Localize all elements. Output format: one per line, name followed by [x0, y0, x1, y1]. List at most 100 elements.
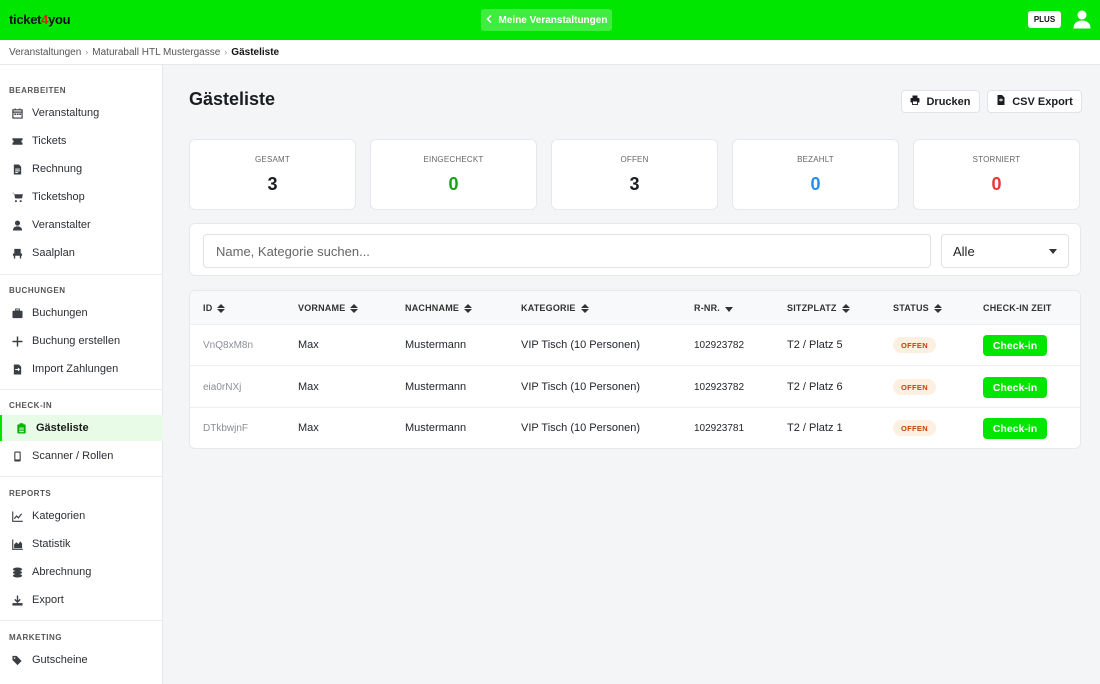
- cell-kategorie: VIP Tisch (10 Personen): [521, 339, 641, 351]
- printer-icon: [910, 95, 920, 108]
- sidebar-item-gutscheine[interactable]: Gutscheine: [0, 647, 163, 673]
- chevron-left-icon: [485, 14, 493, 26]
- status-badge: OFFEN: [893, 420, 936, 436]
- sidebar-section-title: CHECK-IN: [9, 401, 53, 410]
- file-import-icon: [11, 363, 23, 375]
- breadcrumb-events[interactable]: Veranstaltungen: [9, 47, 81, 58]
- user-account-icon[interactable]: [1073, 10, 1091, 29]
- check-in-button[interactable]: Check-in: [983, 335, 1047, 356]
- cell-rnr: 102923781: [694, 423, 745, 434]
- cell-nachname: Mustermann: [405, 381, 467, 393]
- logo-suffix: you: [48, 12, 71, 27]
- plan-badge[interactable]: PLUS: [1028, 11, 1061, 28]
- sort-icon: [350, 303, 359, 313]
- sidebar-item-label: Saalplan: [32, 247, 75, 259]
- sidebar-item-label: Veranstalter: [32, 219, 91, 231]
- column-header-vorname[interactable]: VORNAME: [298, 303, 359, 313]
- breadcrumb-event[interactable]: Maturaball HTL Mustergasse: [92, 47, 220, 58]
- stat-value: 3: [629, 174, 640, 194]
- sidebar-item-statistik[interactable]: Statistik: [0, 531, 163, 557]
- sort-icon: [580, 303, 589, 313]
- stat-label: STORNIERT: [972, 155, 1021, 164]
- stat-card-gesamt: GESAMT 3: [189, 139, 356, 210]
- table-row: VnQ8xM8n Max Mustermann VIP Tisch (10 Pe…: [190, 325, 1080, 366]
- sidebar-item-export[interactable]: Export: [0, 587, 163, 613]
- sidebar-section-title: BUCHUNGEN: [9, 286, 66, 295]
- print-button[interactable]: Drucken: [901, 90, 980, 113]
- cell-nachname: Mustermann: [405, 422, 467, 434]
- column-header-status[interactable]: STATUS: [893, 303, 942, 313]
- sidebar-item-label: Buchung erstellen: [32, 335, 121, 347]
- sidebar-item-label: Kategorien: [32, 510, 86, 522]
- csv-export-button[interactable]: CSV Export: [987, 90, 1082, 113]
- sidebar-section-title: MARKETING: [9, 633, 62, 642]
- line-chart-icon: [11, 510, 23, 522]
- sidebar-item-gaesteliste[interactable]: Gästeliste: [0, 415, 163, 441]
- status-filter-select[interactable]: Alle: [941, 234, 1069, 268]
- sidebar-item-label: Gutscheine: [32, 654, 88, 666]
- top-bar: ticket4you Meine Veranstaltungen PLUS: [0, 0, 1100, 40]
- app-logo[interactable]: ticket4you: [9, 12, 71, 27]
- cell-vorname: Max: [298, 381, 319, 393]
- stat-label: GESAMT: [255, 155, 290, 164]
- search-input[interactable]: [203, 234, 931, 268]
- sidebar-item-buchung-erstellen[interactable]: Buchung erstellen: [0, 328, 163, 354]
- sidebar-item-tickets[interactable]: Tickets: [0, 128, 163, 154]
- stat-value: 0: [448, 174, 459, 194]
- column-header-sitzplatz[interactable]: SITZPLATZ: [787, 303, 850, 313]
- area-chart-icon: [11, 538, 23, 550]
- sidebar-item-label: Veranstaltung: [32, 107, 100, 119]
- column-header-rnr[interactable]: R-NR.: [694, 303, 733, 313]
- sidebar-divider: [0, 274, 163, 275]
- sidebar-item-veranstalter[interactable]: Veranstalter: [0, 212, 163, 238]
- sidebar-item-rechnung[interactable]: Rechnung: [0, 156, 163, 182]
- cell-sitzplatz: T2 / Platz 5: [787, 339, 843, 351]
- cell-sitzplatz: T2 / Platz 6: [787, 381, 843, 393]
- sidebar-item-label: Abrechnung: [32, 566, 92, 578]
- stat-card-eingecheckt: EINGECHECKT 0: [370, 139, 537, 210]
- column-label: ID: [203, 303, 213, 313]
- table-header: ID VORNAME NACHNAME KATEGORIE R-NR. SITZ…: [190, 291, 1080, 325]
- stat-label: OFFEN: [620, 155, 649, 164]
- download-icon: [11, 594, 23, 606]
- stat-card-bezahlt: BEZAHLT 0: [732, 139, 899, 210]
- sort-icon: [933, 303, 942, 313]
- sidebar-item-abrechnung[interactable]: Abrechnung: [0, 559, 163, 585]
- my-events-button[interactable]: Meine Veranstaltungen: [481, 9, 612, 31]
- cell-id: eia0rNXj: [203, 382, 242, 393]
- column-header-checkin-zeit: CHECK-IN ZEIT: [983, 303, 1052, 313]
- sort-desc-icon: [725, 306, 733, 312]
- page-title: Gästeliste: [189, 89, 276, 109]
- column-header-kategorie[interactable]: KATEGORIE: [521, 303, 589, 313]
- clipboard-list-icon: [15, 422, 27, 434]
- my-events-label: Meine Veranstaltungen: [498, 14, 608, 26]
- sidebar-item-scanner-rollen[interactable]: Scanner / Rollen: [0, 443, 163, 469]
- sidebar-item-ticketshop[interactable]: Ticketshop: [0, 184, 163, 210]
- sidebar-item-veranstaltung[interactable]: Veranstaltung: [0, 100, 163, 126]
- filter-bar: Alle: [189, 223, 1081, 276]
- logo-prefix: ticket: [9, 12, 42, 27]
- briefcase-icon: [11, 307, 23, 319]
- sidebar-item-saalplan[interactable]: Saalplan: [0, 240, 163, 266]
- cell-nachname: Mustermann: [405, 339, 467, 351]
- status-badge: OFFEN: [893, 379, 936, 395]
- column-label: SITZPLATZ: [787, 303, 837, 313]
- sidebar-item-kategorien[interactable]: Kategorien: [0, 503, 163, 529]
- cell-rnr: 102923782: [694, 340, 745, 351]
- sidebar-item-buchungen[interactable]: Buchungen: [0, 300, 163, 326]
- column-label: R-NR.: [694, 303, 720, 313]
- breadcrumb-current: Gästeliste: [231, 46, 280, 58]
- breadcrumb-separator-icon: ›: [224, 47, 228, 57]
- column-header-nachname[interactable]: NACHNAME: [405, 303, 473, 313]
- check-in-button[interactable]: Check-in: [983, 418, 1047, 439]
- sidebar-item-label: Scanner / Rollen: [32, 450, 114, 462]
- seat-icon: [11, 247, 23, 259]
- sidebar-item-label: Import Zahlungen: [32, 363, 119, 375]
- sidebar-item-label: Ticketshop: [32, 191, 85, 203]
- guest-table: ID VORNAME NACHNAME KATEGORIE R-NR. SITZ…: [189, 290, 1081, 449]
- check-in-button[interactable]: Check-in: [983, 377, 1047, 398]
- sidebar-item-import-zahlungen[interactable]: Import Zahlungen: [0, 356, 163, 382]
- column-header-id[interactable]: ID: [203, 303, 226, 313]
- cell-kategorie: VIP Tisch (10 Personen): [521, 381, 641, 393]
- column-label: KATEGORIE: [521, 303, 576, 313]
